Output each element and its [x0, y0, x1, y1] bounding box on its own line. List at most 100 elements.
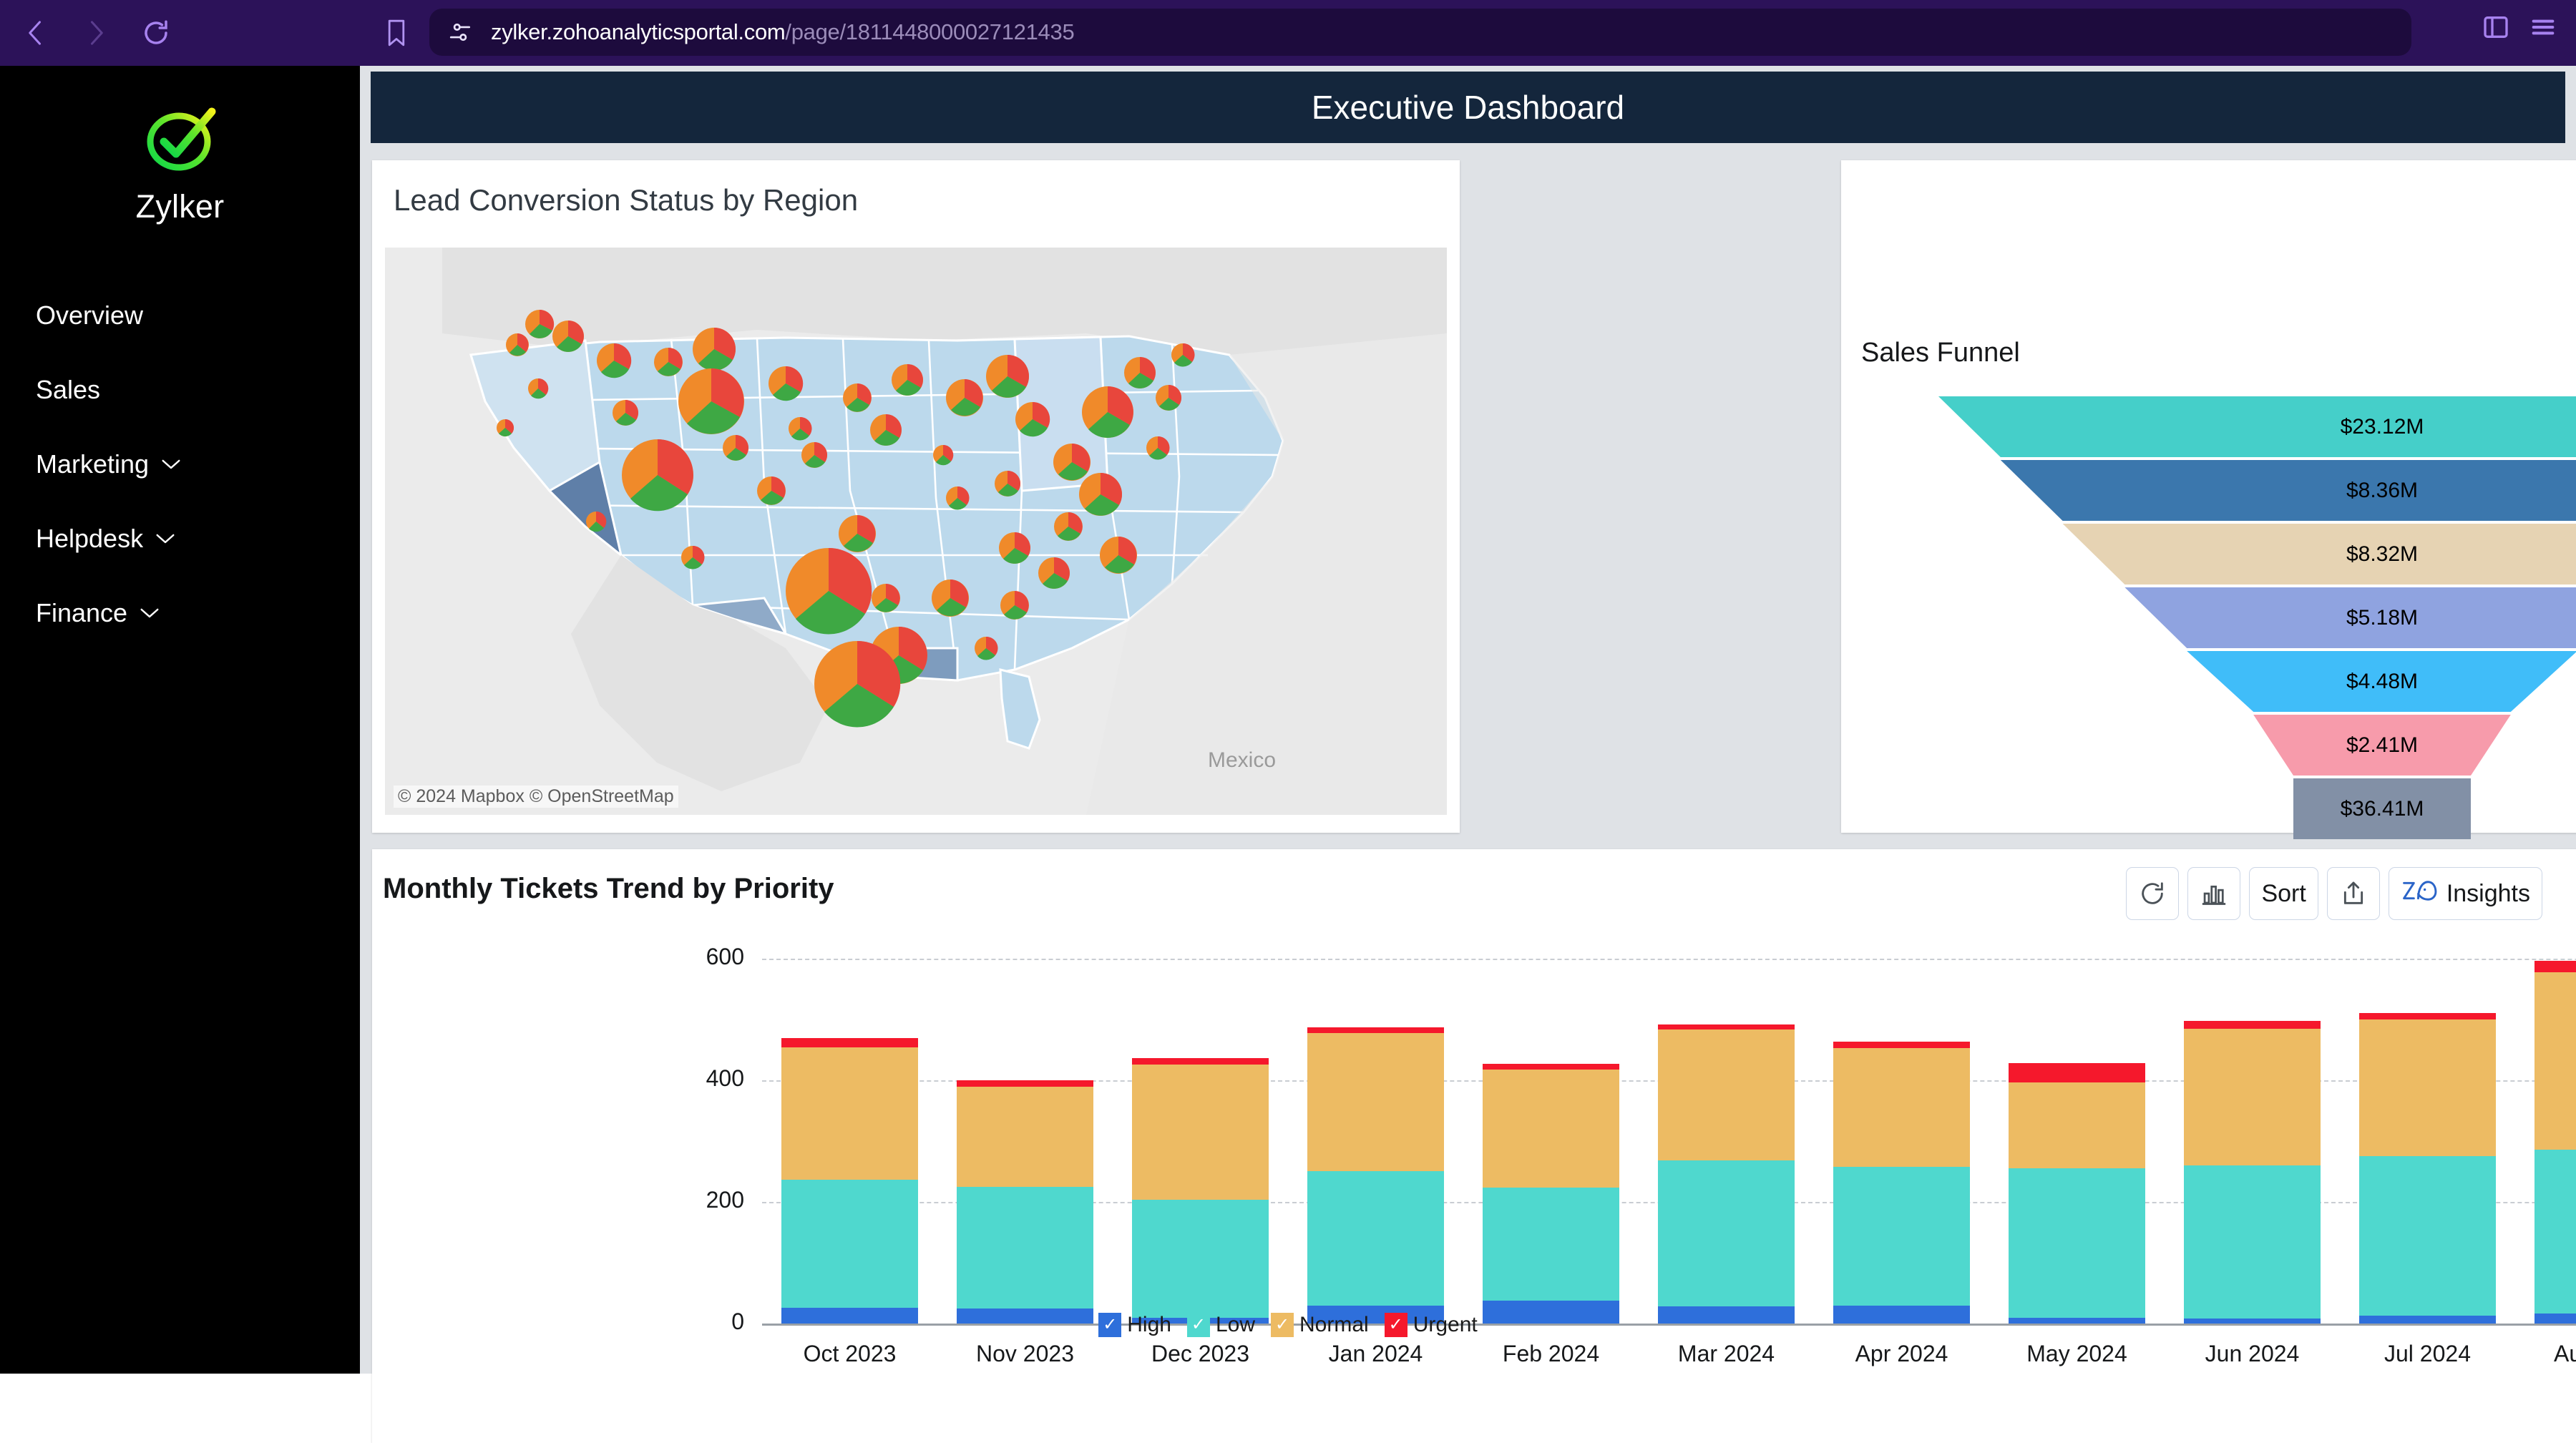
bar-segment[interactable]	[956, 1186, 1094, 1309]
x-axis-tick-label: Oct 2023	[803, 1341, 897, 1366]
sidebar-panel-icon[interactable]	[2482, 13, 2510, 45]
monthly-tickets-chart[interactable]: 0 200 400 600 Oct 2023 Nov 2023 Dec 2023 Jan 20…	[372, 944, 2576, 1366]
legend-item[interactable]: ✓ Normal	[1271, 1313, 1369, 1337]
tickets-legend: ✓ High ✓ Low ✓ Normal ✓ Urgent	[0, 1313, 2576, 1337]
funnel-stage-value: $8.32M	[2346, 542, 2419, 566]
bookmark-icon[interactable]	[378, 13, 415, 53]
sidebar-item-helpdesk[interactable]: Helpdesk	[0, 502, 360, 576]
tickets-toolbar: Sort Insights	[2126, 867, 2542, 920]
bar-column[interactable]	[2358, 1012, 2497, 1324]
bar-segment[interactable]	[1657, 1024, 1795, 1030]
browser-right-controls	[2482, 13, 2557, 45]
map-viewport[interactable]: Mexico © 2024 Mapbox © OpenStreetMap	[385, 248, 1447, 815]
bar-segment[interactable]	[781, 1180, 919, 1308]
bar-column[interactable]	[2008, 1063, 2146, 1324]
zia-icon	[2401, 877, 2438, 911]
export-button[interactable]	[2326, 867, 2380, 920]
bar-segment[interactable]	[2183, 1020, 2321, 1029]
funnel-stage[interactable]: $23.12M	[1841, 396, 2576, 457]
site-settings-icon[interactable]	[448, 20, 472, 44]
sidebar-item-marketing[interactable]: Marketing	[0, 427, 360, 502]
bar-segment[interactable]	[1131, 1058, 1269, 1065]
bar-segment[interactable]	[1307, 1032, 1445, 1171]
bar-column[interactable]	[2534, 961, 2576, 1324]
bar-segment[interactable]	[781, 1047, 919, 1180]
bar-column[interactable]	[1833, 1042, 1971, 1324]
bar-segment[interactable]	[2008, 1168, 2146, 1318]
bar-segment[interactable]	[2358, 1019, 2497, 1157]
x-axis-tick-label: Mar 2024	[1677, 1341, 1775, 1366]
bar-column[interactable]	[1657, 1024, 1795, 1324]
funnel-stage[interactable]: $36.41M	[1841, 778, 2576, 839]
bar-column[interactable]	[956, 1080, 1094, 1324]
reload-icon[interactable]	[136, 13, 176, 53]
sidebar-item-label: Helpdesk	[36, 524, 144, 553]
bar-segment[interactable]	[1482, 1064, 1620, 1070]
bar-column[interactable]	[2183, 1020, 2321, 1324]
zia-insights-label: Insights	[2446, 879, 2530, 907]
forward-arrow-icon[interactable]	[76, 13, 116, 53]
funnel-stage-value: $23.12M	[2340, 414, 2424, 439]
chart-type-button[interactable]	[2187, 867, 2241, 920]
hamburger-menu-icon[interactable]	[2529, 13, 2557, 45]
sidebar-item-finance[interactable]: Finance	[0, 576, 360, 650]
bar-column[interactable]	[781, 1037, 919, 1324]
bar-segment[interactable]	[2008, 1063, 2146, 1082]
legend-checkbox-icon[interactable]: ✓	[1384, 1313, 1407, 1337]
funnel-stage[interactable]: $4.48M	[1841, 651, 2576, 712]
y-axis-tick-label: 600	[706, 944, 744, 969]
bar-column[interactable]	[1307, 1027, 1445, 1324]
bar-segment[interactable]	[1833, 1042, 1971, 1048]
bar-segment[interactable]	[2534, 1149, 2576, 1314]
legend-item[interactable]: ✓ Urgent	[1384, 1313, 1478, 1337]
bar-column[interactable]	[1131, 1058, 1269, 1324]
sort-button[interactable]: Sort	[2249, 867, 2318, 920]
bar-segment[interactable]	[2183, 1165, 2321, 1319]
bar-segment[interactable]	[1833, 1166, 1971, 1306]
legend-checkbox-icon[interactable]: ✓	[1098, 1313, 1122, 1337]
bar-segment[interactable]	[1307, 1027, 1445, 1033]
bar-segment[interactable]	[781, 1037, 919, 1048]
legend-checkbox-icon[interactable]: ✓	[1271, 1313, 1294, 1337]
url-bar[interactable]: zylker.zohoanalyticsportal.com/page/1811…	[429, 9, 2411, 56]
y-axis-tick-label: 400	[706, 1065, 744, 1091]
bar-segment[interactable]	[956, 1080, 1094, 1087]
bar-segment[interactable]	[1482, 1069, 1620, 1188]
back-arrow-icon[interactable]	[16, 13, 56, 53]
bar-segment[interactable]	[1482, 1188, 1620, 1301]
bar-segment[interactable]	[2183, 1028, 2321, 1166]
bar-segment[interactable]	[1307, 1170, 1445, 1306]
sidebar-item-label: Overview	[36, 300, 144, 330]
sales-funnel-chart[interactable]: $23.12M $8.36M $8.32M $5.18M $4.48M $2.41M $36…	[1841, 396, 2576, 839]
funnel-stage-value: $4.48M	[2346, 669, 2419, 693]
bar-segment[interactable]	[2534, 972, 2576, 1150]
legend-checkbox-icon[interactable]: ✓	[1186, 1313, 1210, 1337]
bar-segment[interactable]	[2358, 1012, 2497, 1020]
bar-segment[interactable]	[1657, 1029, 1795, 1161]
legend-item[interactable]: ✓ High	[1098, 1313, 1171, 1337]
sidebar-item-overview[interactable]: Overview	[0, 278, 360, 353]
bar-segment[interactable]	[956, 1086, 1094, 1187]
bar-segment[interactable]	[2008, 1082, 2146, 1169]
bar-segment[interactable]	[1131, 1064, 1269, 1200]
funnel-stage[interactable]: $5.18M	[1841, 587, 2576, 648]
bar-column[interactable]	[1482, 1064, 1620, 1324]
x-axis-tick-label: Jan 2024	[1328, 1341, 1423, 1366]
bar-segment[interactable]	[1833, 1047, 1971, 1167]
lead-conversion-map-card: Lead Conversion Status by Region Mexico …	[372, 160, 1460, 833]
bar-segment[interactable]	[1131, 1199, 1269, 1319]
x-axis-tick-label: Aug 2024	[2553, 1341, 2576, 1366]
bar-segment[interactable]	[2358, 1156, 2497, 1316]
refresh-button[interactable]	[2126, 867, 2180, 920]
funnel-stage[interactable]: $8.36M	[1841, 460, 2576, 521]
bar-segment[interactable]	[2534, 961, 2576, 972]
funnel-stage[interactable]: $8.32M	[1841, 524, 2576, 584]
sidebar-item-sales[interactable]: Sales	[0, 353, 360, 427]
x-axis-tick-label: Nov 2023	[976, 1341, 1074, 1366]
legend-item[interactable]: ✓ Low	[1186, 1313, 1255, 1337]
bar-segment[interactable]	[1657, 1160, 1795, 1307]
funnel-stage[interactable]: $2.41M	[1841, 715, 2576, 776]
y-axis-tick-label: 200	[706, 1187, 744, 1213]
zia-insights-button[interactable]: Insights	[2388, 867, 2542, 920]
browser-chrome: zylker.zohoanalyticsportal.com/page/1811…	[0, 0, 2576, 66]
